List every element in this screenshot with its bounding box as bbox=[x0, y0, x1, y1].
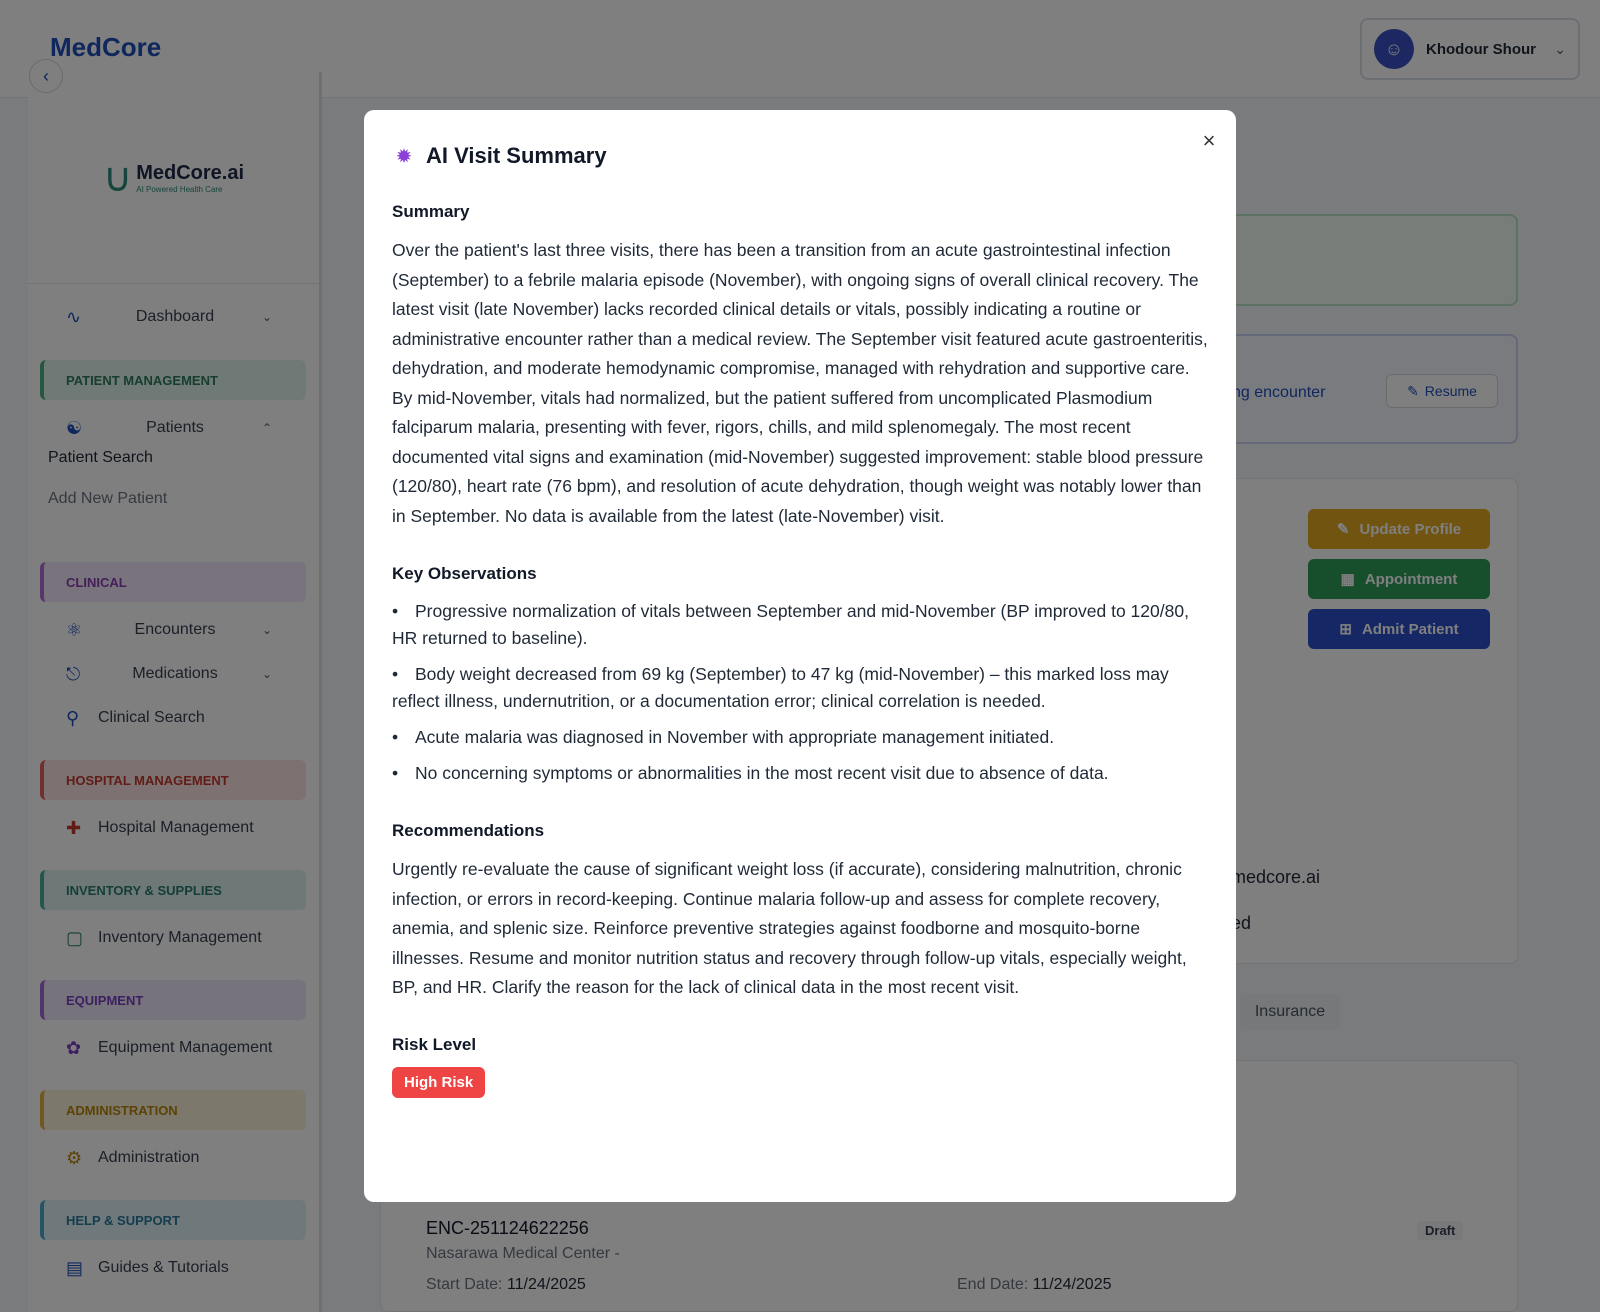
summary-heading: Summary bbox=[392, 202, 470, 221]
risk-badge: High Risk bbox=[392, 1066, 486, 1098]
list-item: • No concerning symptoms or abnormalities… bbox=[392, 763, 1109, 783]
close-button[interactable]: × bbox=[1196, 128, 1222, 154]
summary-text: Over the patient's last three visits, th… bbox=[392, 240, 1208, 526]
ai-brain-icon: ✹ bbox=[395, 145, 413, 168]
recommendations-heading: Recommendations bbox=[392, 821, 545, 840]
observations-list: • Progressive normalization of vitals bet… bbox=[392, 598, 1208, 787]
list-item: • Body weight decreased from 69 kg (Septe… bbox=[392, 664, 1169, 711]
list-item: • Progressive normalization of vitals bet… bbox=[392, 601, 1189, 648]
ai-visit-summary-modal: ✹ AI Visit Summary × Summary Over the pa… bbox=[364, 110, 1236, 1202]
modal-header: ✹ AI Visit Summary bbox=[392, 138, 1208, 174]
list-item: • Acute malaria was diagnosed in November… bbox=[392, 727, 1055, 747]
observations-heading: Key Observations bbox=[392, 564, 537, 583]
modal-title: AI Visit Summary bbox=[426, 143, 607, 168]
risk-heading: Risk Level bbox=[392, 1034, 477, 1054]
observation-text: Progressive normalization of vitals betw… bbox=[392, 601, 1189, 648]
observation-text: No concerning symptoms or abnormalities … bbox=[415, 763, 1109, 783]
close-icon: × bbox=[1202, 128, 1216, 153]
observation-text: Acute malaria was diagnosed in November … bbox=[415, 727, 1055, 747]
observation-text: Body weight decreased from 69 kg (Septem… bbox=[392, 664, 1169, 711]
recommendations-text: Urgently re-evaluate the cause of signif… bbox=[392, 859, 1187, 997]
